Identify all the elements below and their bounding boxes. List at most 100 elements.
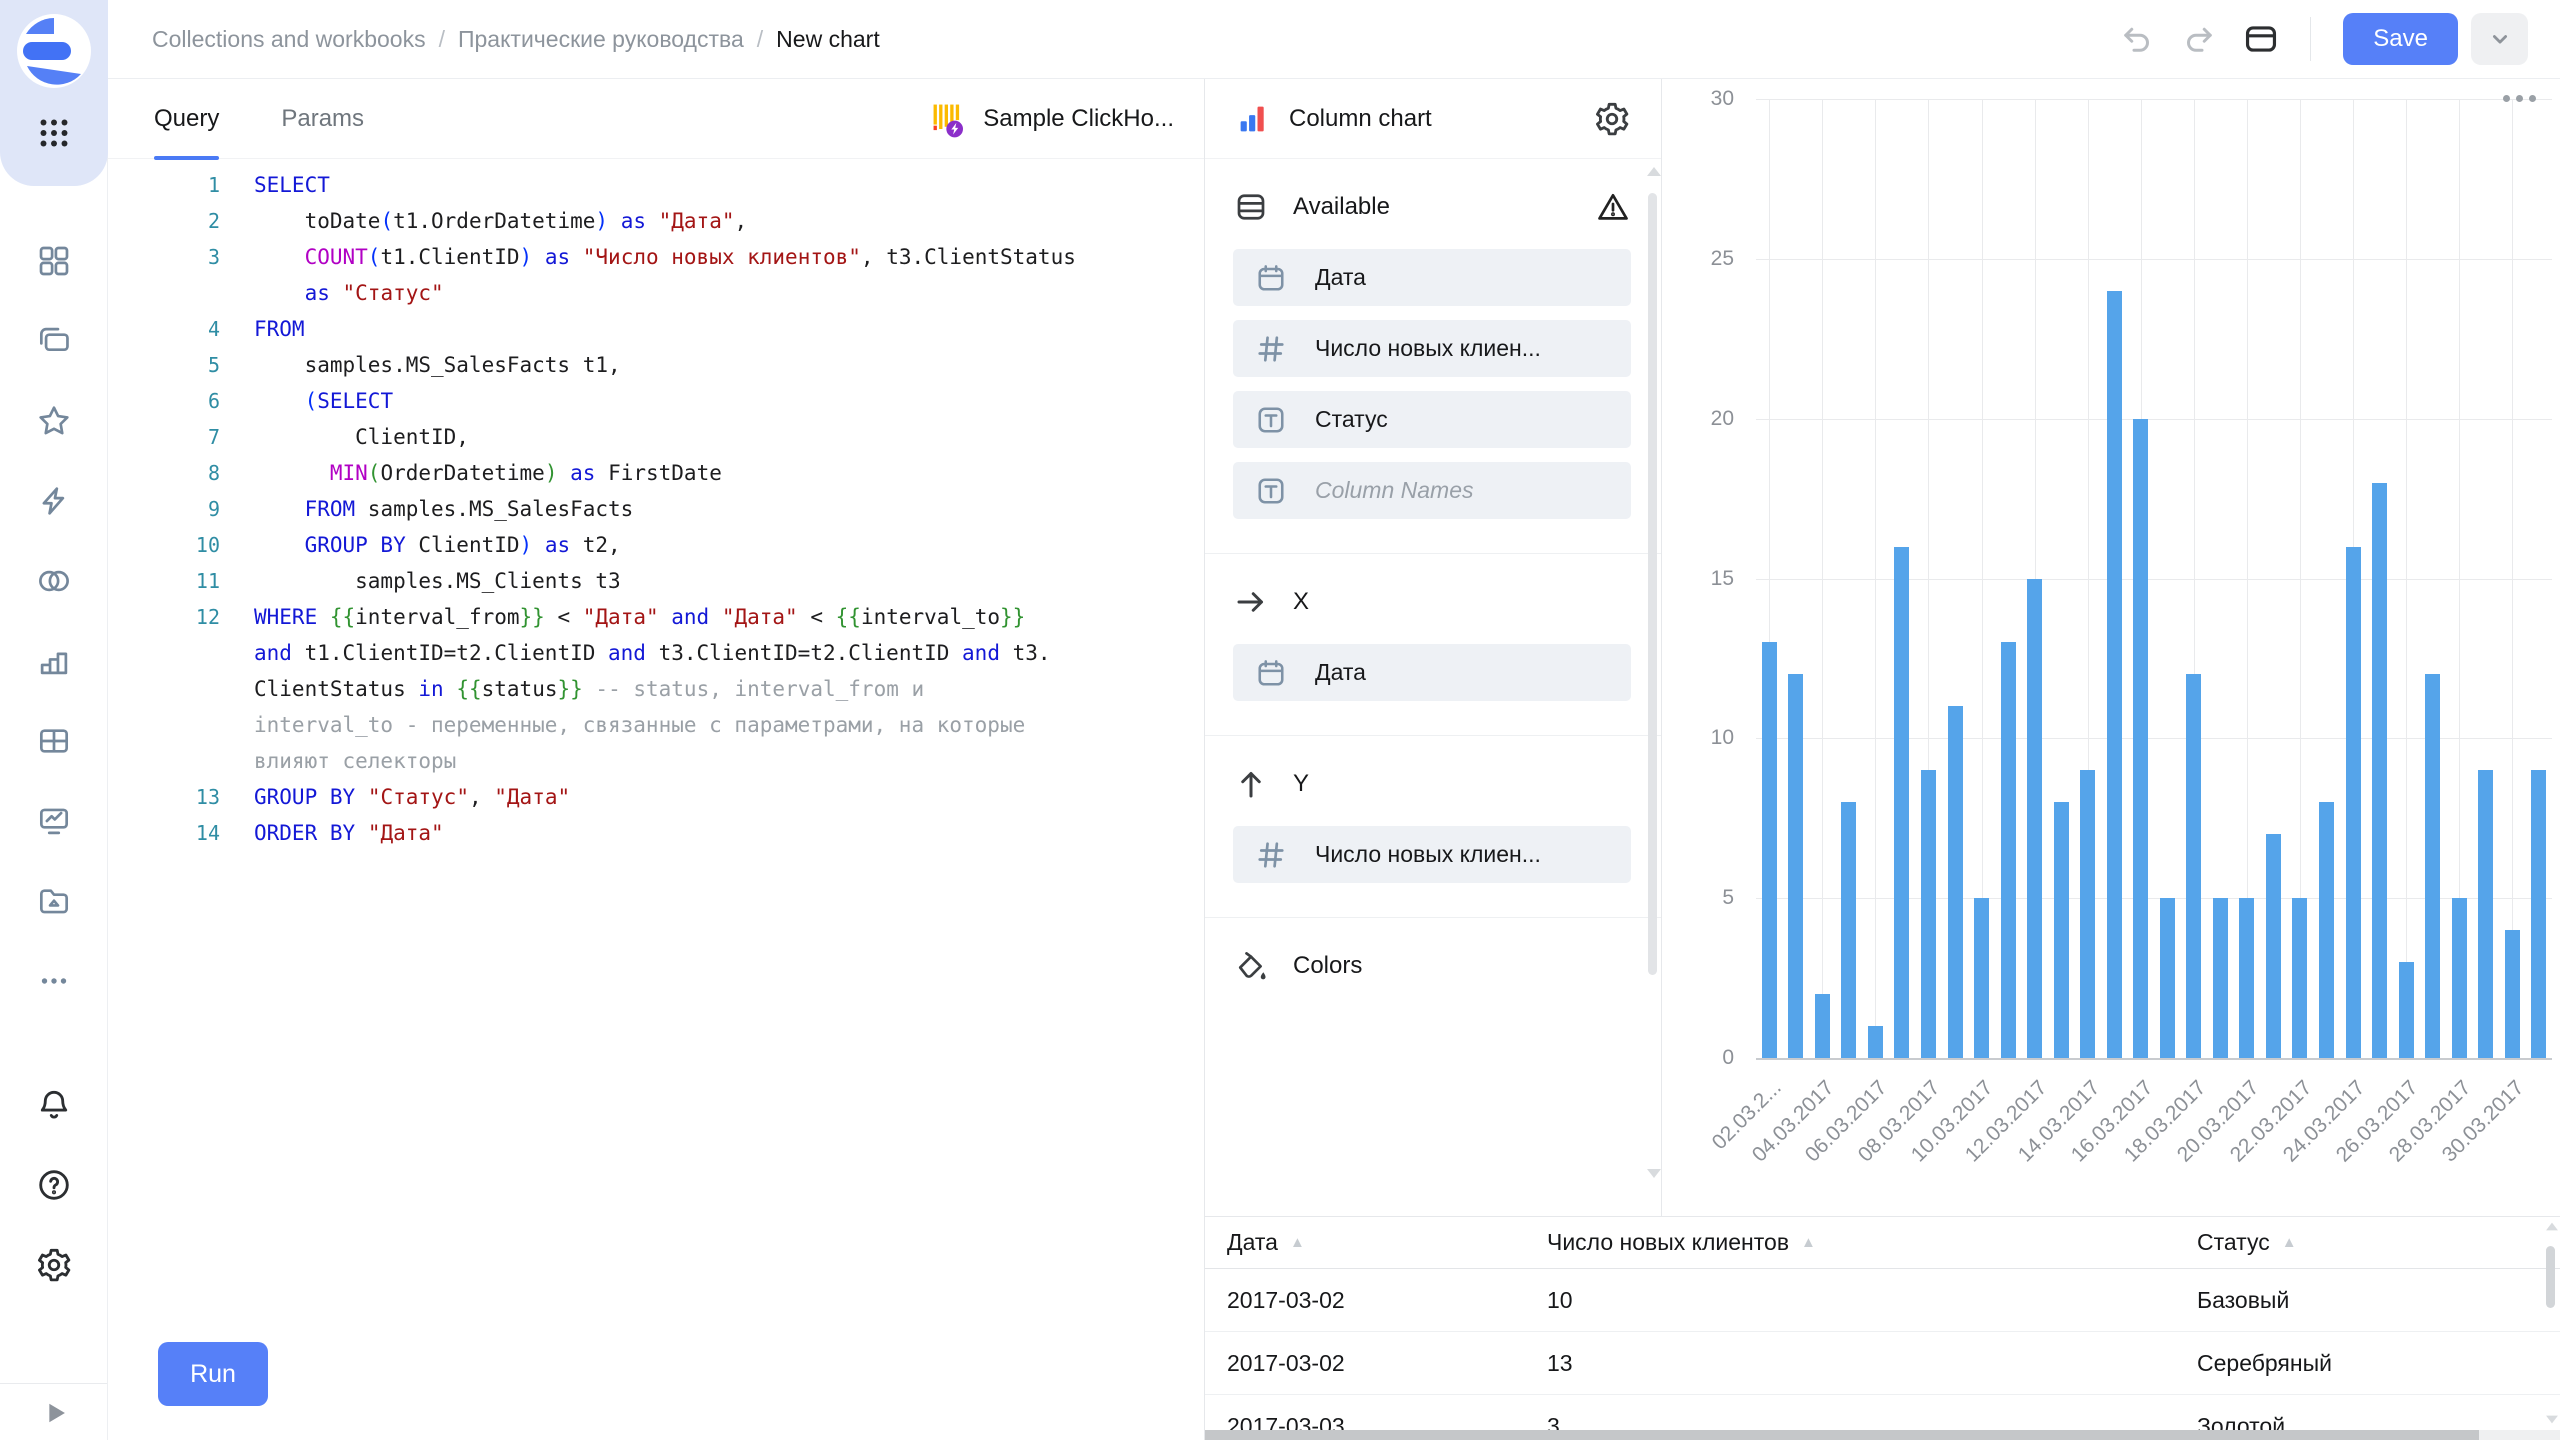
scroll-up-icon[interactable] — [2546, 1223, 2558, 1231]
chart-settings-gear-icon[interactable] — [1593, 100, 1631, 138]
code-line[interactable]: 3 COUNT(t1.ClientID) as "Число новых кли… — [108, 239, 1204, 275]
tables-icon[interactable] — [35, 722, 73, 760]
collections-icon[interactable] — [35, 322, 73, 360]
warning-icon[interactable] — [1595, 189, 1631, 225]
gridline — [1756, 259, 2552, 260]
toggle-panel-icon[interactable] — [2238, 16, 2284, 62]
scroll-down-icon[interactable] — [1647, 1169, 1661, 1178]
breadcrumb-collections[interactable]: Collections and workbooks — [152, 26, 426, 53]
code-line[interactable]: 14ORDER BY "Дата" — [108, 815, 1204, 851]
chart-bar — [1815, 994, 1830, 1058]
x-field-chip[interactable]: Дата — [1233, 644, 1631, 701]
code-line[interactable]: 6 (SELECT — [108, 383, 1204, 419]
folder-icon[interactable] — [35, 882, 73, 920]
code-line[interactable]: 11 samples.MS_Clients t3 — [108, 563, 1204, 599]
chart-menu-icon[interactable] — [2503, 95, 2536, 102]
config-panel-header: Column chart — [1205, 79, 1661, 159]
connection-name: Sample ClickHo... — [983, 105, 1174, 133]
sql-editor[interactable]: 1SELECT2 toDate(t1.OrderDatetime) as "Да… — [108, 159, 1204, 1440]
preview-table-panel: Дата ▲ Число новых клиентов ▲ Статус ▲ — [1205, 1216, 2560, 1440]
arrow-up-icon — [1233, 766, 1269, 802]
code-line[interactable]: 13GROUP BY "Статус", "Дата" — [108, 779, 1204, 815]
field-chip-status[interactable]: Статус — [1233, 391, 1631, 448]
dashboards-icon[interactable] — [35, 242, 73, 280]
help-icon[interactable] — [35, 1166, 73, 1204]
sidebar-expand-icon[interactable] — [38, 1396, 72, 1430]
tab-params[interactable]: Params — [281, 79, 364, 159]
chart-bar — [1841, 802, 1856, 1058]
code-line[interactable]: interval_to - переменные, связанные с па… — [108, 707, 1204, 743]
code-line[interactable]: 10 GROUP BY ClientID) as t2, — [108, 527, 1204, 563]
clickhouse-icon — [928, 99, 968, 139]
sort-asc-icon[interactable]: ▲ — [2282, 1234, 2297, 1251]
table-horizontal-scrollbar[interactable] — [1205, 1430, 2560, 1440]
notifications-bell-icon[interactable] — [35, 1086, 73, 1124]
run-button[interactable]: Run — [158, 1342, 268, 1406]
field-chip-date[interactable]: Дата — [1233, 249, 1631, 306]
code-line[interactable]: and t1.ClientID=t2.ClientID and t3.Clien… — [108, 635, 1204, 671]
code-line[interactable]: 5 samples.MS_SalesFacts t1, — [108, 347, 1204, 383]
chart-bar — [1788, 674, 1803, 1058]
number-hash-icon — [1253, 331, 1289, 367]
config-scrollbar[interactable] — [1647, 167, 1659, 1178]
table-vertical-scrollbar[interactable] — [2545, 1222, 2557, 1424]
apps-grid-icon[interactable] — [33, 112, 75, 154]
line-number: 12 — [108, 599, 220, 635]
code-line[interactable]: as "Статус" — [108, 275, 1204, 311]
column-header-status[interactable]: Статус ▲ — [2197, 1229, 2560, 1256]
column-header-date[interactable]: Дата ▲ — [1227, 1229, 1547, 1256]
code-line[interactable]: ClientStatus in {{status}} -- status, in… — [108, 671, 1204, 707]
chart-config-panel: Column chart — [1205, 79, 1661, 1216]
code-line[interactable]: 2 toDate(t1.OrderDatetime) as "Дата", — [108, 203, 1204, 239]
breadcrumb-workbook[interactable]: Практические руководства — [458, 26, 744, 53]
redo-icon[interactable] — [2176, 16, 2222, 62]
scroll-down-icon[interactable] — [2546, 1416, 2558, 1424]
connections-lightning-icon[interactable] — [35, 482, 73, 520]
field-chip-new-clients[interactable]: Число новых клиен... — [1233, 320, 1631, 377]
sidebar-divider — [0, 1383, 107, 1384]
connection-selector[interactable]: Sample ClickHo... — [928, 79, 1174, 158]
sort-asc-icon[interactable]: ▲ — [1801, 1234, 1816, 1251]
code-line[interactable]: 7 ClientID, — [108, 419, 1204, 455]
dashboards-monitor-icon[interactable] — [35, 802, 73, 840]
code-line[interactable]: 9 FROM samples.MS_SalesFacts — [108, 491, 1204, 527]
code-line[interactable]: 4FROM — [108, 311, 1204, 347]
favorites-star-icon[interactable] — [35, 402, 73, 440]
code-line[interactable]: влияют селекторы — [108, 743, 1204, 779]
chart-bar — [2266, 834, 2281, 1058]
tab-query[interactable]: Query — [154, 79, 219, 159]
right-column: Column chart — [1204, 79, 2560, 1440]
save-button[interactable]: Save — [2343, 13, 2458, 65]
chart-bar — [2133, 419, 2148, 1058]
code-line[interactable]: 1SELECT — [108, 167, 1204, 203]
line-number: 1 — [108, 167, 220, 203]
x-section-label: X — [1293, 588, 1309, 616]
settings-gear-icon[interactable] — [35, 1246, 73, 1284]
chart-bar — [2319, 802, 2334, 1058]
sort-asc-icon[interactable]: ▲ — [1290, 1234, 1305, 1251]
datasets-icon[interactable] — [35, 562, 73, 600]
more-icon[interactable] — [35, 962, 73, 1000]
line-number: 4 — [108, 311, 220, 347]
scrollbar-thumb[interactable] — [2546, 1246, 2555, 1308]
undo-icon[interactable] — [2114, 16, 2160, 62]
chart-bar — [2001, 642, 2016, 1058]
datalens-logo[interactable] — [15, 12, 93, 90]
column-header-new-clients[interactable]: Число новых клиентов ▲ — [1547, 1229, 2197, 1256]
topbar-actions: Save — [2098, 13, 2528, 65]
scrollbar-thumb[interactable] — [1205, 1430, 2479, 1440]
y-section-label: Y — [1293, 770, 1309, 798]
save-options-button[interactable] — [2471, 13, 2528, 65]
arrow-right-icon — [1233, 584, 1269, 620]
line-number — [108, 707, 220, 743]
y-field-chip[interactable]: Число новых клиен... — [1233, 826, 1631, 883]
code-line[interactable]: 8 MIN(OrderDatetime) as FirstDate — [108, 455, 1204, 491]
scrollbar-thumb[interactable] — [1648, 193, 1657, 975]
chart-type-label[interactable]: Column chart — [1289, 105, 1432, 133]
line-number: 5 — [108, 347, 220, 383]
charts-icon[interactable] — [35, 642, 73, 680]
field-chip-column-names[interactable]: Column Names — [1233, 462, 1631, 519]
code-line[interactable]: 12WHERE {{interval_from}} < "Дата" and "… — [108, 599, 1204, 635]
chart-bar — [1974, 898, 1989, 1058]
scroll-up-icon[interactable] — [1647, 167, 1661, 176]
